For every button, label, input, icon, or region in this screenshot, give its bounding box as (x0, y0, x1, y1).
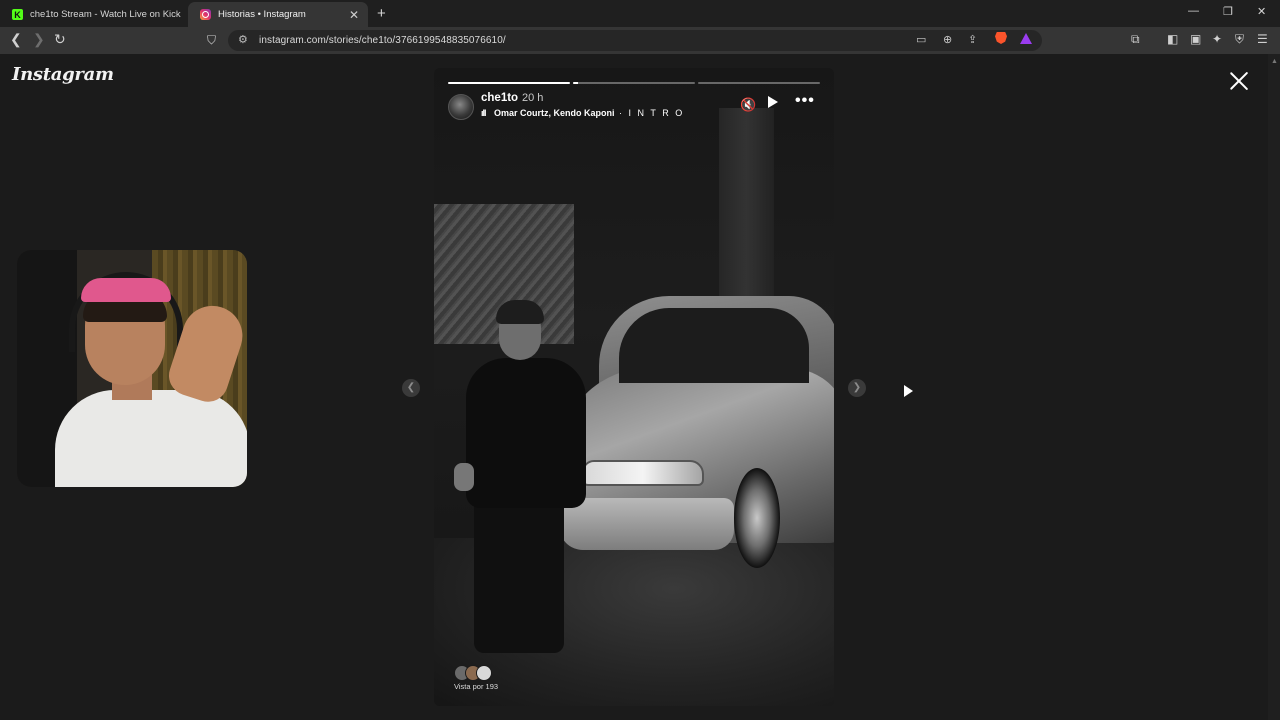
bookmark-icon[interactable]: ⛉ (207, 33, 216, 48)
viewers-count[interactable]: Vista por 193 (454, 682, 498, 691)
tab-title: che1to Stream - Watch Live on Kick (30, 9, 181, 20)
story-time: 20 h (522, 92, 544, 104)
avatar (476, 665, 492, 681)
scrollbar[interactable]: ▲ (1268, 54, 1280, 720)
tab-instagram[interactable]: Historias • Instagram ✕ (188, 2, 368, 27)
instagram-icon (200, 9, 211, 20)
leo-ai-icon[interactable]: ✦ (1212, 32, 1222, 46)
cast-icon[interactable]: ▭ (916, 33, 926, 46)
site-settings-icon[interactable]: ⚙ (238, 33, 248, 46)
story-viewer[interactable]: che1to 20 h ıll Omar Courtz, Kendo Kaponi… (434, 68, 834, 706)
sidebar-icon[interactable]: ◧ (1167, 32, 1178, 46)
kick-icon: K (12, 9, 23, 20)
webcam-overlay (17, 250, 247, 487)
story-username[interactable]: che1to (481, 92, 518, 104)
play-icon[interactable] (768, 96, 778, 108)
more-options-icon[interactable]: ••• (795, 92, 815, 110)
wallet-icon[interactable]: ▣ (1190, 32, 1201, 46)
tab-title: Historias • Instagram (218, 9, 306, 20)
tab-close-icon[interactable]: ✕ (349, 8, 359, 22)
minimize-button[interactable]: — (1188, 5, 1199, 17)
story-music[interactable]: ıll Omar Courtz, Kendo Kaponi · I N T R O (481, 108, 684, 118)
back-icon[interactable]: ❮ (10, 31, 22, 48)
close-icon[interactable] (1226, 68, 1252, 94)
muted-speaker-icon[interactable]: 🔇 (740, 97, 756, 113)
instagram-stories-page: Instagram ▲ ❮ ❯ che1to 20 h ıll Omar Cou… (0, 54, 1280, 720)
screenshot-icon[interactable]: ⧉ (1131, 32, 1140, 47)
tab-kick[interactable]: K che1to Stream - Watch Live on Kick (0, 2, 185, 27)
mouse-cursor-icon (904, 385, 913, 397)
address-bar[interactable]: ⚙ instagram.com/stories/che1to/376619954… (228, 30, 1042, 51)
reload-icon[interactable]: ↻ (54, 31, 66, 48)
music-artist: Omar Courtz, Kendo Kaponi (494, 108, 615, 118)
music-title: I N T R O (628, 108, 685, 118)
progress-segment (698, 82, 820, 84)
window-close-button[interactable]: ✕ (1257, 5, 1266, 18)
scroll-up-icon[interactable]: ▲ (1271, 58, 1278, 68)
progress-segment (573, 82, 695, 84)
vpn-icon[interactable]: ⛨ (1235, 32, 1244, 47)
progress-segment (448, 82, 570, 84)
music-separator: · (614, 108, 629, 118)
avatar[interactable] (448, 94, 474, 120)
next-story-button[interactable]: ❯ (848, 379, 866, 397)
url-text[interactable]: instagram.com/stories/che1to/37661995488… (259, 35, 506, 46)
instagram-logo[interactable]: Instagram (12, 64, 114, 85)
share-icon[interactable]: ⇪ (968, 33, 977, 46)
viewer-avatars[interactable] (454, 665, 492, 681)
person (444, 300, 594, 658)
forward-icon[interactable]: ❯ (33, 31, 45, 48)
previous-story-button[interactable]: ❮ (402, 379, 420, 397)
zoom-icon[interactable]: ⊕ (943, 33, 952, 46)
menu-icon[interactable]: ☰ (1257, 32, 1268, 46)
browser-toolbar: ❮ ❯ ↻ ⛉ ⚙ instagram.com/stories/che1to/3… (0, 27, 1280, 54)
pink-cap (81, 278, 171, 302)
story-progress (448, 82, 820, 84)
brave-rewards-icon[interactable] (1020, 33, 1032, 44)
restore-button[interactable]: ❐ (1223, 5, 1233, 18)
music-bars-icon: ıll (481, 108, 487, 118)
car-headlight (582, 460, 704, 486)
tab-bar: K che1to Stream - Watch Live on Kick His… (0, 0, 1280, 27)
new-tab-button[interactable]: + (377, 5, 386, 22)
